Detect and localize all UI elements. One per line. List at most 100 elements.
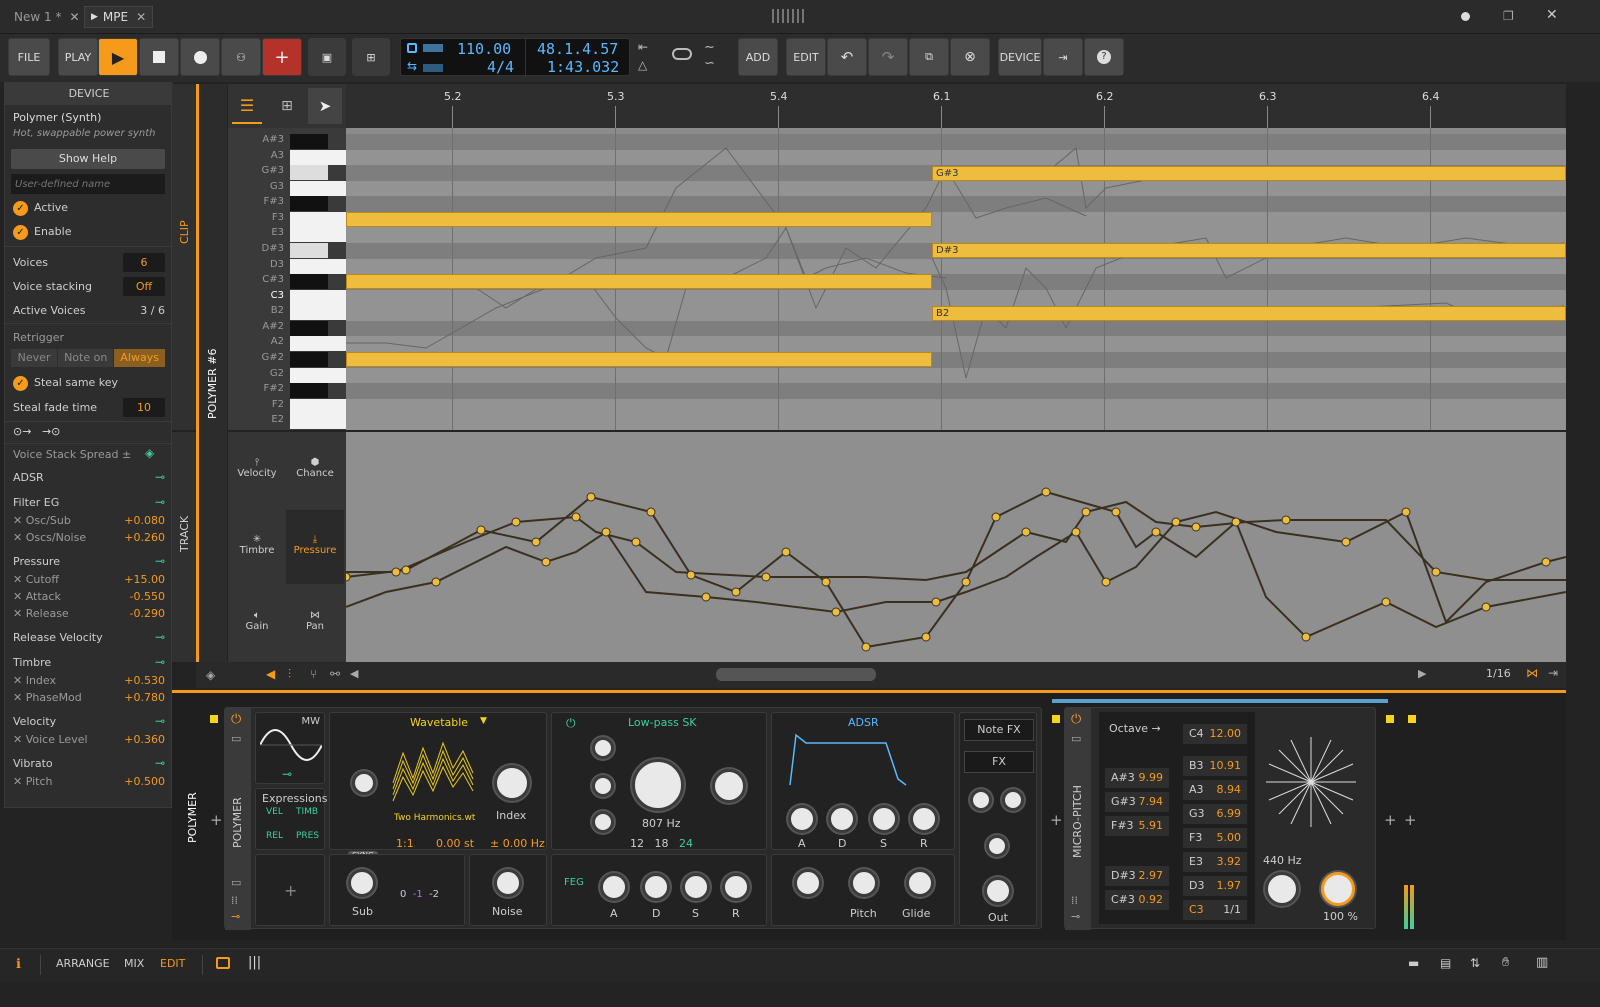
browser-icon[interactable]: ▬ (1408, 956, 1419, 970)
modulator-icon[interactable]: ⊸ (231, 910, 240, 923)
piano-key[interactable] (290, 165, 328, 180)
slope-12[interactable]: 12 (630, 837, 644, 850)
signature-value[interactable]: 4/4 (487, 58, 514, 76)
note-g2-sharp[interactable] (346, 352, 932, 367)
expr-pres[interactable]: PRES (296, 831, 319, 841)
tuning-row[interactable]: A#3 9.99 (1105, 768, 1169, 788)
semitone-value[interactable]: 0.00 st (436, 837, 474, 850)
modulation-toggle-icon[interactable]: ⊸ (155, 714, 165, 728)
mix-tab[interactable]: MIX (124, 957, 144, 970)
retrigger-always[interactable]: Always (114, 349, 165, 367)
file-icon[interactable]: ▤ (1440, 956, 1451, 970)
fork-icon[interactable]: ⑂ (310, 667, 317, 681)
note-fx-button[interactable]: Note FX (964, 719, 1034, 741)
piano-key[interactable] (290, 259, 346, 274)
route-amount[interactable]: +0.260 (124, 531, 165, 544)
tuning-row[interactable]: D#3 2.97 (1105, 866, 1169, 886)
tuning-value[interactable]: 12.00 (1210, 727, 1242, 741)
enable-toggle[interactable]: ✓ Enable (13, 222, 165, 242)
tuning-value[interactable]: 3.92 (1217, 855, 1242, 869)
remove-icon[interactable]: ✕ (13, 531, 22, 544)
file-button[interactable]: FILE (8, 38, 50, 76)
wavetable-file[interactable]: Two Harmonics.wt (394, 813, 475, 823)
note-f3[interactable] (346, 212, 932, 227)
folder-icon[interactable]: ▭ (231, 732, 241, 745)
adsr-d-knob[interactable] (828, 805, 856, 833)
add-device-icon[interactable]: + (1404, 811, 1417, 829)
tuning-row[interactable]: G#3 7.94 (1105, 792, 1169, 812)
tuning-row[interactable]: F#3 5.91 (1105, 816, 1169, 836)
note-c3-sharp[interactable] (346, 274, 932, 289)
route-amount[interactable]: +0.080 (124, 514, 165, 527)
slope-24[interactable]: 24 (679, 837, 693, 850)
out-knob[interactable] (984, 877, 1012, 905)
stop-button[interactable] (139, 38, 179, 76)
scroll-left-icon[interactable]: ◀ (350, 667, 358, 680)
delete-button[interactable]: ⊗ (950, 38, 990, 76)
tuning-value[interactable]: 9.99 (1139, 771, 1164, 785)
snap-icon[interactable]: ⋈ (1526, 666, 1538, 680)
piano-key[interactable] (290, 227, 346, 242)
undo-button[interactable]: ↶ (827, 38, 867, 76)
tuning-row[interactable]: C3 1/1 (1183, 900, 1247, 920)
tuning-value[interactable]: 0.92 (1139, 893, 1164, 907)
note-g3-sharp[interactable]: G#3 (932, 166, 1566, 181)
wavetable-selector[interactable]: Wavetable (410, 716, 468, 729)
note-d3-sharp[interactable]: D#3 (932, 243, 1566, 258)
audition-icon[interactable]: ◀︎ (266, 667, 275, 681)
tuning-value[interactable]: 1.97 (1217, 879, 1242, 893)
route-amount[interactable]: +0.360 (124, 733, 165, 746)
index-knob[interactable] (494, 765, 530, 801)
position-value[interactable]: 48.1.4.57 (537, 40, 618, 58)
duplicate-button[interactable]: ⧉ (909, 38, 949, 76)
window-icon[interactable]: ❐ (1503, 9, 1514, 23)
modulator-5[interactable]: Velocity ⊸ (13, 711, 165, 731)
layers-icon[interactable]: ◈ (206, 668, 215, 682)
tuning-row[interactable]: B3 10.91 (1183, 756, 1247, 776)
metronome-back-icon[interactable]: ⇤ (638, 40, 648, 54)
retrigger-never[interactable]: Never (11, 349, 58, 367)
play-label-button[interactable]: PLAY (58, 38, 98, 76)
pitch-knob[interactable] (850, 869, 878, 897)
list-view-icon[interactable]: ☰ (232, 88, 262, 124)
tuning-row[interactable]: E3 3.92 (1183, 852, 1247, 872)
filter-knob-2[interactable] (592, 775, 614, 797)
modulation-route[interactable]: ✕ Index +0.530 (13, 672, 165, 689)
sub-knob[interactable] (348, 869, 376, 897)
curve-icon[interactable]: ∼ (704, 40, 715, 55)
modulation-route[interactable]: ✕ Voice Level +0.360 (13, 731, 165, 748)
route-amount[interactable]: -0.550 (130, 590, 165, 603)
edit-button[interactable]: EDIT (786, 38, 826, 76)
edit-tab[interactable]: EDIT (160, 957, 185, 970)
tuning-row[interactable]: C#3 0.92 (1105, 890, 1169, 910)
ratio-value[interactable]: 1:1 (396, 837, 414, 850)
add-button[interactable]: ADD (738, 38, 778, 76)
grid-view-icon[interactable]: ⊞ (272, 88, 302, 124)
resonance-knob[interactable] (712, 769, 746, 803)
lanes-icon[interactable]: ⫶ (288, 667, 291, 682)
modulator-tabs[interactable]: ⊙→ →⊙ (13, 425, 60, 438)
piano-key[interactable] (290, 181, 346, 196)
tuning-row[interactable]: F3 5.00 (1183, 828, 1247, 848)
scroll-right-icon[interactable]: ▶ (1418, 667, 1426, 680)
detune-value[interactable]: ± 0.00 Hz (490, 837, 545, 850)
lane-gain[interactable]: 🔈︎ Gain (228, 610, 286, 632)
close-icon[interactable]: ✕ (136, 10, 146, 24)
timeline-ruler[interactable]: 5.2 5.3 5.4 6.1 6.2 6.3 6.4 (346, 84, 1566, 128)
feg-r-knob[interactable] (722, 873, 750, 901)
add-device-icon[interactable]: + (210, 811, 223, 829)
remove-icon[interactable]: ✕ (13, 607, 22, 620)
tuning-row[interactable]: C4 12.00 (1183, 724, 1247, 744)
tuning-row[interactable]: A3 8.94 (1183, 780, 1247, 800)
modulator-icon[interactable]: ⊸ (1071, 910, 1080, 923)
note-b2[interactable]: B2 (932, 306, 1566, 321)
device-button[interactable]: DEVICE (998, 38, 1042, 76)
steal-toggle[interactable]: ✓ Steal same key (13, 373, 165, 393)
adsr-s-knob[interactable] (870, 805, 898, 833)
sub-oct-2[interactable]: -2 (429, 889, 439, 900)
modulation-route[interactable]: ✕ Attack -0.550 (13, 588, 165, 605)
pointer-tool-icon[interactable]: ➤ (308, 88, 342, 124)
filter-knob-3[interactable] (592, 811, 614, 833)
layout-single-icon[interactable] (216, 957, 230, 969)
overdub-button[interactable]: + (262, 38, 302, 76)
